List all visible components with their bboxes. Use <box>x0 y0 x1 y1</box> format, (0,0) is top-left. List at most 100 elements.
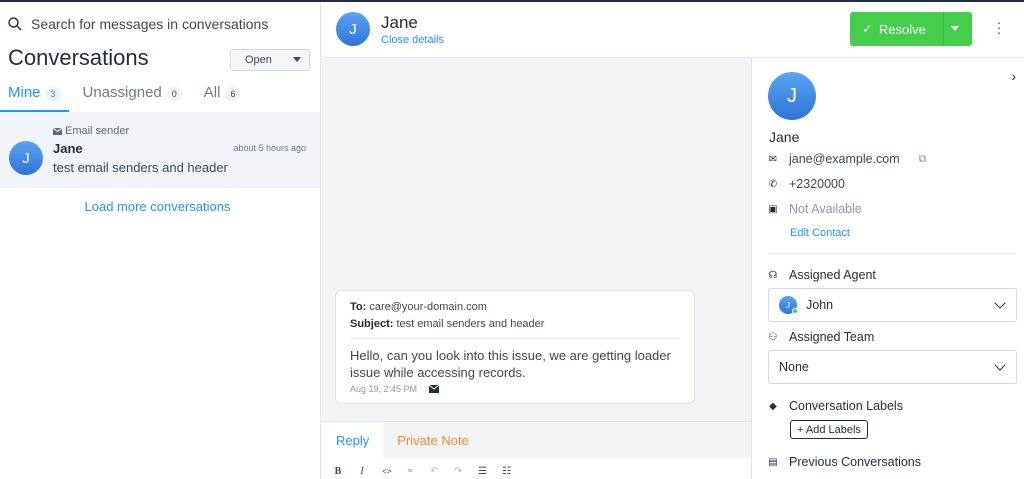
contact-name: Jane <box>53 141 83 156</box>
contact-avatar: J <box>768 72 816 120</box>
tab-count-badge: 0 <box>166 87 182 101</box>
reply-tabs: Reply Private Note <box>322 422 751 458</box>
message-preview: test email senders and header <box>53 160 228 175</box>
tab-mine[interactable]: Mine 3 <box>0 82 69 112</box>
bullet-list-icon[interactable]: ☰ <box>478 466 487 477</box>
contact-name: Jane <box>769 129 800 145</box>
to-value: care@your-domain.com <box>369 301 487 313</box>
italic-icon[interactable]: I <box>358 466 366 477</box>
briefcase-icon: ▣ <box>768 203 778 215</box>
timestamp: about 5 hours ago <box>233 143 306 153</box>
section-label: Previous Conversations <box>789 455 922 469</box>
undo-icon[interactable]: ↶ <box>430 466 438 477</box>
bold-icon[interactable]: B <box>334 466 342 477</box>
to-label: To: <box>350 301 367 313</box>
conversations-icon: ▤ <box>768 456 778 468</box>
conversation-header: J Jane Close details ✓ Resolve · · · <box>322 2 1024 58</box>
previous-conversations-title[interactable]: ▤ Previous Conversations <box>768 455 921 469</box>
online-status-dot <box>792 308 798 314</box>
email-to: To: care@your-domain.com <box>350 301 487 313</box>
divider <box>768 253 1016 254</box>
assigned-agent-value: John <box>806 298 834 312</box>
contact-details-panel: › J Jane ✉ jane@example.com ⧉ ✆ +2320000… <box>752 58 1024 479</box>
assigned-team-select[interactable]: None <box>768 350 1017 384</box>
editor-toolbar: B I <> ⚭ ↶ ↷ ☰ ☷ <box>334 466 511 477</box>
email-subject: Subject: test email senders and header <box>350 318 544 330</box>
more-options-icon[interactable]: · · · <box>995 15 1003 39</box>
assigned-agent-title: ☊ Assigned Agent <box>768 268 876 282</box>
section-label: Conversation Labels <box>789 399 903 413</box>
status-filter-select[interactable]: Open <box>230 49 310 71</box>
copy-icon[interactable]: ⧉ <box>919 153 927 166</box>
message-body: Hello, can you look into this issue, we … <box>350 348 671 380</box>
subject-label: Subject: <box>350 318 394 330</box>
email-message: To: care@your-domain.com Subject: test e… <box>335 290 695 404</box>
add-labels-button[interactable]: + Add Labels <box>790 420 868 439</box>
chevron-right-icon[interactable]: › <box>1011 68 1016 84</box>
tab-unassigned[interactable]: Unassigned 0 <box>75 82 190 112</box>
page-title: Conversations <box>8 45 149 70</box>
tab-label: All <box>203 84 221 101</box>
sender-tag-label: Email sender <box>65 125 130 137</box>
close-details-link[interactable]: Close details <box>381 34 444 46</box>
reply-box: Reply Private Note B I <> ⚭ ↶ ↷ ☰ ☷ <box>322 421 752 479</box>
contact-company: Not Available <box>789 202 862 216</box>
message-thread: To: care@your-domain.com Subject: test e… <box>322 58 752 421</box>
section-label: Assigned Team <box>789 330 875 344</box>
headset-icon: ☊ <box>768 269 778 281</box>
contact-phone-row: ✆ +2320000 <box>768 177 845 191</box>
mail-icon <box>53 127 62 135</box>
tag-icon: ◆ <box>769 400 777 412</box>
chevron-down-icon <box>994 359 1006 371</box>
tab-private-note[interactable]: Private Note <box>383 422 483 458</box>
agent-avatar-initial: J <box>786 300 790 310</box>
search-input[interactable] <box>31 16 291 32</box>
resolve-label: Resolve <box>878 21 926 37</box>
assigned-agent-select[interactable]: J John <box>768 288 1017 322</box>
conversation-tabs: Mine 3 Unassigned 0 All 6 <box>0 82 320 112</box>
agent-avatar: J <box>779 296 798 314</box>
status-filter-value: Open <box>245 54 272 66</box>
tab-label: Unassigned <box>82 84 162 101</box>
redo-icon[interactable]: ↷ <box>454 466 462 477</box>
contact-phone[interactable]: +2320000 <box>789 177 845 191</box>
assigned-team-title: ⚇ Assigned Team <box>768 330 875 344</box>
check-icon: ✓ <box>862 21 873 36</box>
search-bar <box>8 16 291 32</box>
contact-company-row: ▣ Not Available <box>768 202 862 216</box>
code-icon[interactable]: <> <box>382 467 391 476</box>
conversation-list-panel: Conversations Open Mine 3 Unassigned 0 A… <box>0 2 321 479</box>
conversation-labels-title: ◆ Conversation Labels <box>768 399 903 413</box>
tab-count-badge: 3 <box>45 87 61 101</box>
tab-count-badge: 6 <box>225 87 241 101</box>
contact-email[interactable]: jane@example.com <box>789 152 900 166</box>
subject-value: test email senders and header <box>396 318 545 330</box>
contact-name: Jane <box>381 13 418 32</box>
message-meta: Aug 19, 2:45 PM <box>350 384 440 394</box>
edit-contact-link[interactable]: Edit Contact <box>790 227 850 239</box>
tab-reply[interactable]: Reply <box>322 422 384 458</box>
chevron-down-icon <box>994 297 1006 309</box>
avatar: J <box>9 141 43 175</box>
sender-tag: Email sender <box>53 125 129 137</box>
mail-icon <box>429 385 440 393</box>
phone-icon: ✆ <box>768 178 778 190</box>
mail-icon: ✉ <box>768 153 778 165</box>
assigned-team-value: None <box>779 360 809 374</box>
conversation-list-item[interactable]: J Email sender Jane about 5 hours ago te… <box>0 112 320 188</box>
button-divider <box>943 12 944 46</box>
avatar: J <box>336 12 370 46</box>
tab-all[interactable]: All 6 <box>196 82 249 112</box>
resolve-dropdown-icon[interactable] <box>951 26 959 31</box>
tab-label: Mine <box>8 84 41 101</box>
numbered-list-icon[interactable]: ☷ <box>502 466 511 477</box>
message-timestamp: Aug 19, 2:45 PM <box>350 384 418 394</box>
caret-down-icon <box>293 57 301 62</box>
section-label: Assigned Agent <box>789 268 876 282</box>
resolve-button[interactable]: ✓ Resolve <box>850 12 972 46</box>
search-icon <box>8 17 22 31</box>
load-more-link[interactable]: Load more conversations <box>0 199 315 214</box>
link-icon[interactable]: ⚭ <box>406 466 414 477</box>
divider <box>350 338 680 339</box>
contact-email-row: ✉ jane@example.com ⧉ <box>768 152 927 166</box>
